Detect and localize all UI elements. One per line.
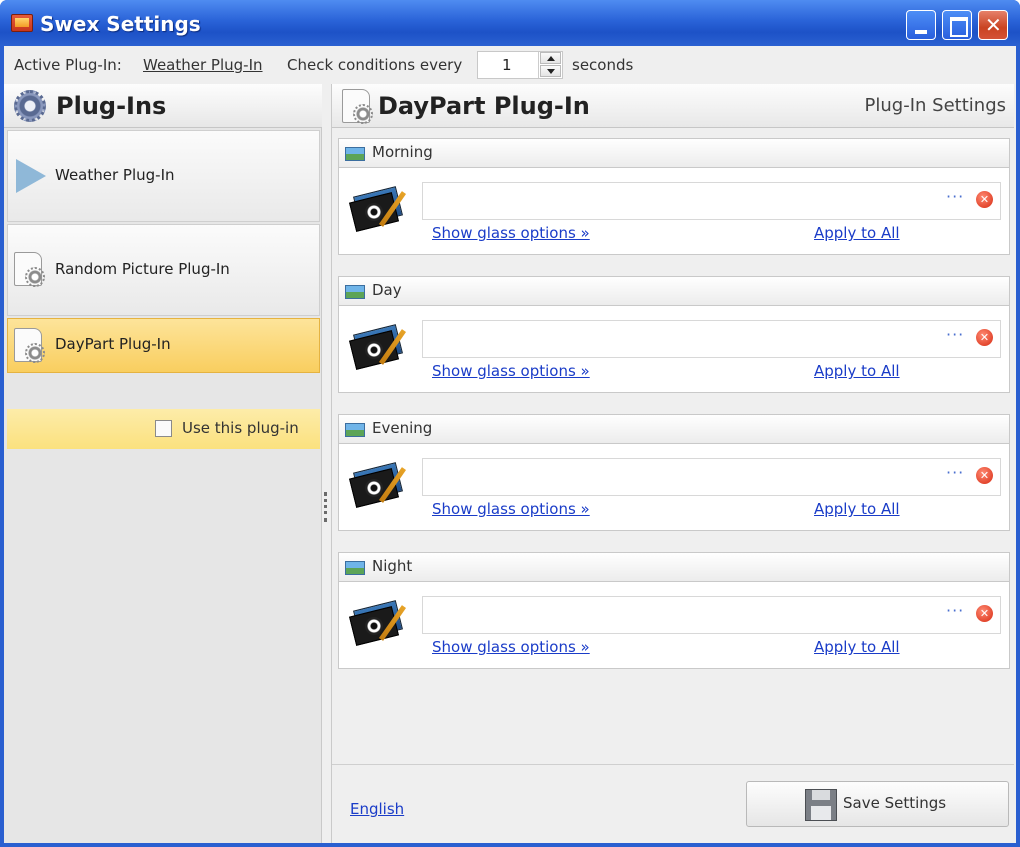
close-button[interactable] [978, 10, 1008, 40]
plugins-panel: Plug-Ins Weather Plug-In Random Picture … [4, 84, 322, 843]
landscape-image-icon [345, 285, 365, 299]
plugin-item-daypart[interactable]: DayPart Plug-In [7, 318, 320, 373]
daypart-section-night: Night ··· ✕ Show glass options » Apply t… [338, 552, 1010, 669]
plugin-page-icon [14, 252, 45, 287]
apply-to-all-link[interactable]: Apply to All [814, 362, 900, 380]
language-link[interactable]: English [350, 800, 404, 818]
landscape-image-icon [345, 147, 365, 161]
section-body: ··· ✕ Show glass options » Apply to All [338, 582, 1010, 669]
settings-window: Swex Settings Active Plug-In: Weather Pl… [0, 0, 1020, 847]
landscape-image-icon [345, 423, 365, 437]
section-header: Day [338, 276, 1010, 306]
stepper-arrows [538, 52, 562, 78]
active-plugin-link[interactable]: Weather Plug-In [143, 56, 263, 74]
apply-to-all-link[interactable]: Apply to All [814, 500, 900, 518]
section-title: Evening [372, 419, 433, 437]
section-header: Morning [338, 138, 1010, 168]
show-glass-options-link[interactable]: Show glass options » [432, 500, 590, 518]
plugin-item-label: Random Picture Plug-In [55, 260, 230, 278]
stepper-down-icon[interactable] [540, 65, 561, 77]
clear-icon[interactable]: ✕ [976, 467, 993, 484]
show-glass-options-link[interactable]: Show glass options » [432, 362, 590, 380]
section-body: ··· ✕ Show glass options » Apply to All [338, 168, 1010, 255]
play-arrow-icon [16, 159, 46, 193]
plugin-item-random-picture[interactable]: Random Picture Plug-In [7, 224, 320, 316]
camera-picture-icon [349, 597, 407, 646]
app-icon [11, 14, 33, 32]
section-body: ··· ✕ Show glass options » Apply to All [338, 306, 1010, 393]
check-interval-label: Check conditions every [287, 56, 463, 74]
daypart-section-evening: Evening ··· ✕ Show glass options » Apply… [338, 414, 1010, 531]
plugin-settings-label: Plug-In Settings [864, 95, 1006, 116]
client-area: Active Plug-In: Weather Plug-In Check co… [4, 46, 1016, 843]
plugin-item-label: Weather Plug-In [55, 166, 175, 184]
stepper-up-icon[interactable] [540, 52, 561, 64]
title-bar[interactable]: Swex Settings [0, 0, 1020, 46]
plugin-page-icon [342, 89, 373, 124]
daypart-section-morning: Morning ··· ✕ Show glass options » Apply… [338, 138, 1010, 255]
maximize-button[interactable] [942, 10, 972, 40]
settings-header: DayPart Plug-In Plug-In Settings [332, 84, 1014, 128]
browse-ellipsis-icon[interactable]: ··· [946, 325, 964, 344]
interval-value[interactable]: 1 [502, 56, 512, 74]
show-glass-options-link[interactable]: Show glass options » [432, 224, 590, 242]
use-plugin-label[interactable]: Use this plug-in [182, 419, 299, 437]
save-settings-button[interactable]: Save Settings [746, 781, 1009, 827]
apply-to-all-link[interactable]: Apply to All [814, 224, 900, 242]
browse-ellipsis-icon[interactable]: ··· [946, 601, 964, 620]
use-plugin-row: Use this plug-in [7, 409, 320, 449]
browse-ellipsis-icon[interactable]: ··· [946, 187, 964, 206]
interval-unit: seconds [572, 56, 634, 74]
save-settings-label: Save Settings [843, 794, 947, 812]
apply-to-all-link[interactable]: Apply to All [814, 638, 900, 656]
plugin-item-weather[interactable]: Weather Plug-In [7, 130, 320, 222]
clear-icon[interactable]: ✕ [976, 191, 993, 208]
interval-stepper[interactable]: 1 [477, 51, 563, 79]
gear-icon [14, 90, 46, 122]
section-body: ··· ✕ Show glass options » Apply to All [338, 444, 1010, 531]
toolbar: Active Plug-In: Weather Plug-In Check co… [4, 46, 1016, 84]
minimize-button[interactable] [906, 10, 936, 40]
section-title: Night [372, 557, 413, 575]
window-title: Swex Settings [40, 12, 201, 36]
splitter-handle[interactable] [324, 492, 328, 522]
camera-picture-icon [349, 459, 407, 508]
plugin-item-label: DayPart Plug-In [55, 335, 171, 353]
clear-icon[interactable]: ✕ [976, 605, 993, 622]
plugin-settings-panel: DayPart Plug-In Plug-In Settings Morning… [331, 84, 1014, 843]
landscape-image-icon [345, 561, 365, 575]
footer-divider [332, 764, 1014, 765]
browse-ellipsis-icon[interactable]: ··· [946, 463, 964, 482]
section-header: Evening [338, 414, 1010, 444]
show-glass-options-link[interactable]: Show glass options » [432, 638, 590, 656]
daypart-section-day: Day ··· ✕ Show glass options » Apply to … [338, 276, 1010, 393]
use-plugin-checkbox[interactable] [155, 420, 172, 437]
plugins-header: Plug-Ins [4, 84, 322, 128]
image-path-field[interactable]: ··· ✕ [422, 320, 1001, 358]
section-title: Day [372, 281, 402, 299]
image-path-field[interactable]: ··· ✕ [422, 458, 1001, 496]
active-plugin-label: Active Plug-In: [14, 56, 122, 74]
floppy-disk-icon [805, 789, 837, 821]
section-header: Night [338, 552, 1010, 582]
plugin-page-icon [14, 328, 45, 363]
plugins-title: Plug-Ins [56, 92, 167, 120]
section-title: Morning [372, 143, 433, 161]
image-path-field[interactable]: ··· ✕ [422, 596, 1001, 634]
image-path-field[interactable]: ··· ✕ [422, 182, 1001, 220]
camera-picture-icon [349, 183, 407, 232]
clear-icon[interactable]: ✕ [976, 329, 993, 346]
plugin-title: DayPart Plug-In [378, 92, 590, 120]
camera-picture-icon [349, 321, 407, 370]
